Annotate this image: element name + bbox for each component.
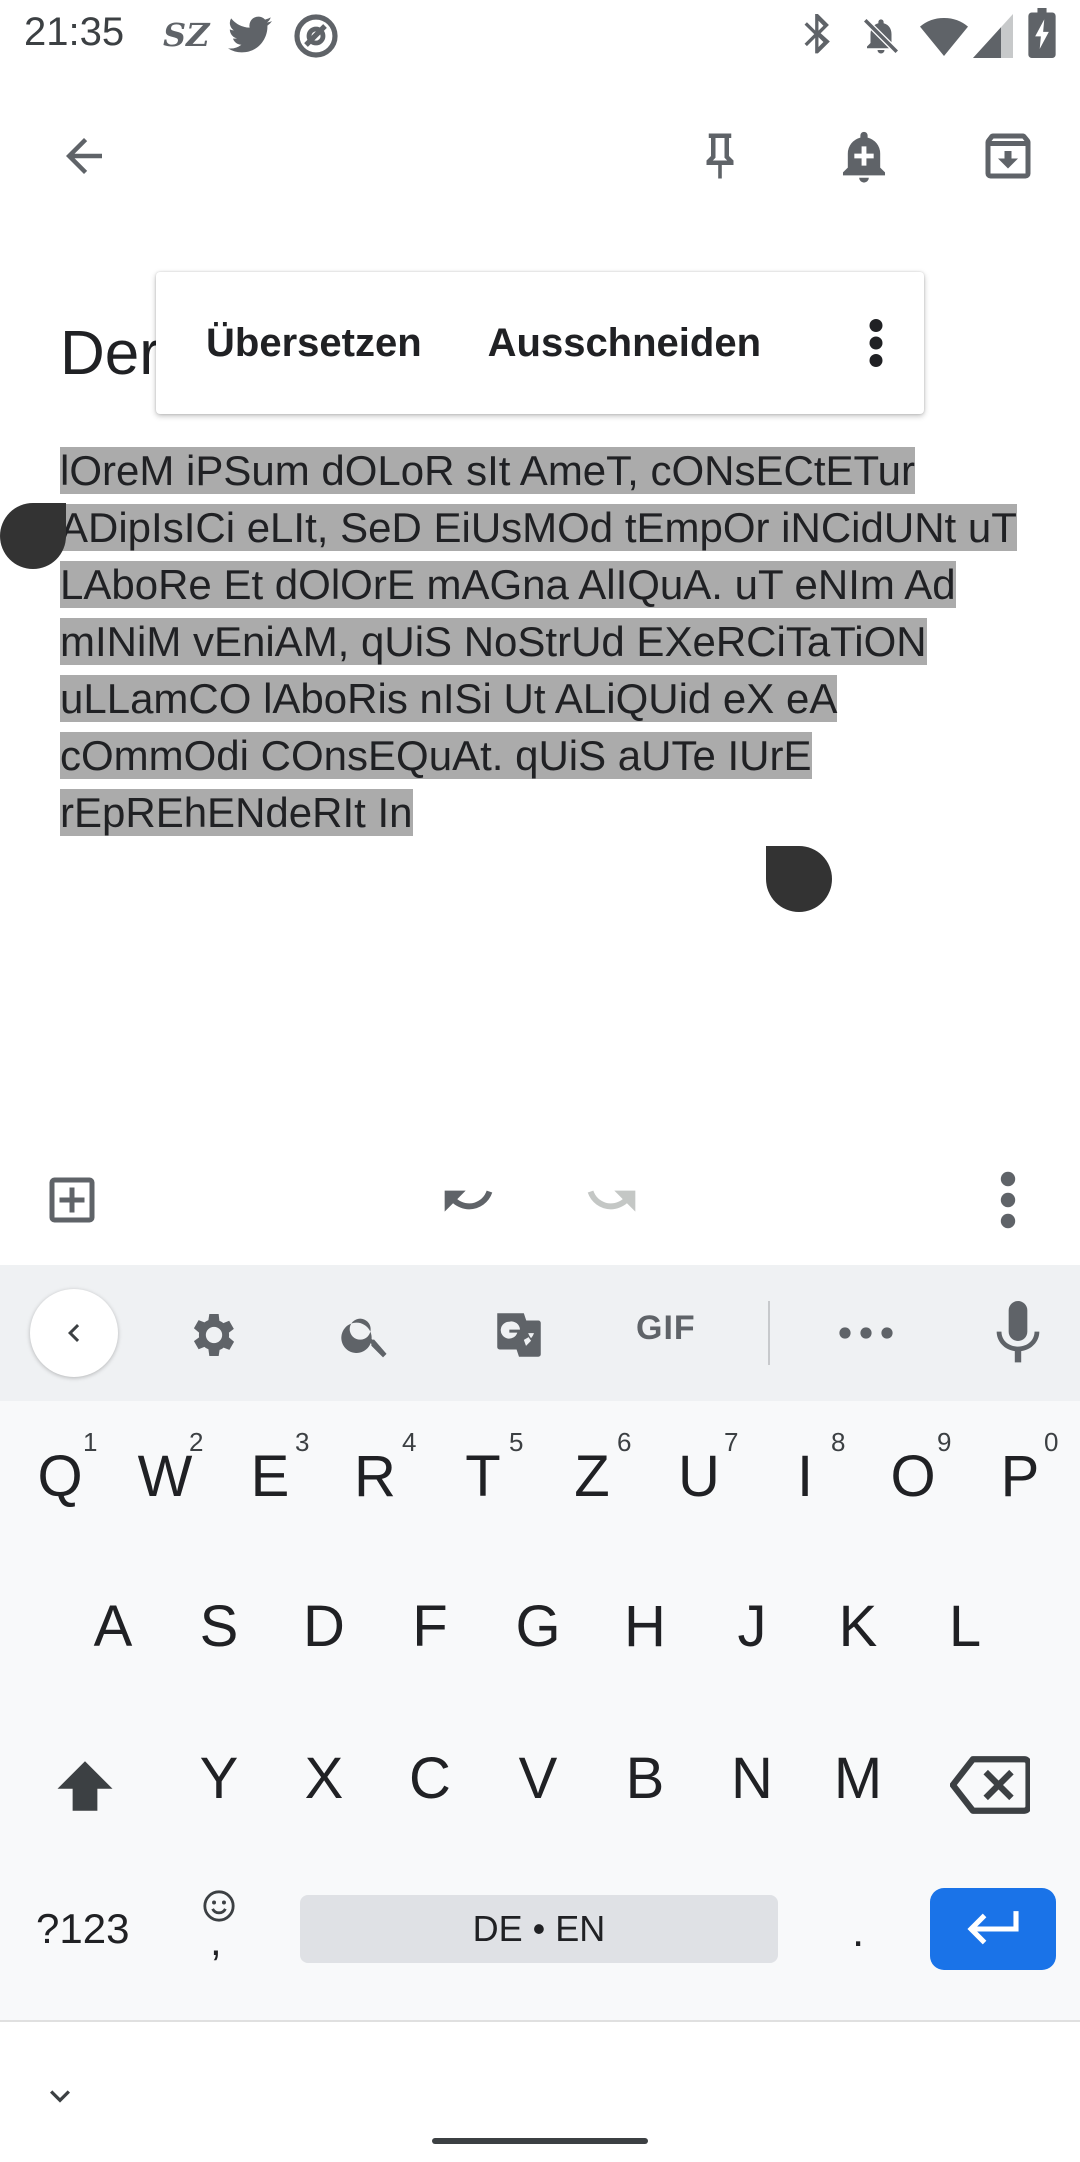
sz-app-icon: SZ [163,16,210,54]
chevron-left-icon [68,1324,80,1342]
navigation-bar [0,2020,1080,2162]
symbols-key[interactable]: ?123 [36,1905,129,1953]
hint-3: 3 [295,1427,310,1457]
key-n[interactable]: N [702,1745,802,1812]
pin-icon [706,133,734,179]
translate-icon[interactable] [490,1305,548,1365]
hint-1: 1 [83,1427,98,1457]
backspace-icon[interactable] [950,1755,1030,1815]
key-b[interactable]: B [595,1745,695,1812]
arrow-back-icon [66,138,102,174]
selection-start-handle[interactable] [0,503,66,569]
twitter-icon [228,16,272,53]
microphone-icon[interactable] [994,1301,1042,1365]
battery-charging-icon [1028,8,1056,58]
space-bar[interactable]: DE • EN [300,1895,778,1963]
note-body-text[interactable]: lOreM iPSum dOLoR sIt AmeT, cONsECtETur … [60,442,1020,841]
key-l[interactable]: L [915,1593,1015,1660]
cut-menu-item[interactable]: Ausschneiden [448,321,787,366]
comma-key[interactable]: , [210,1917,222,1965]
keyboard: GIF Q W E R T Z U I O P 1 2 3 4 5 6 7 8 … [0,1265,1080,2020]
translate-menu-item[interactable]: Übersetzen [156,321,448,366]
selected-text[interactable]: lOreM iPSum dOLoR sIt AmeT, cONsECtETur … [60,447,1017,836]
hint-5: 5 [509,1427,524,1457]
cellular-signal-icon [973,14,1013,58]
hint-0: 0 [1044,1427,1059,1457]
key-s[interactable]: S [169,1593,269,1660]
key-x[interactable]: X [274,1745,374,1812]
text-selection-menu: Übersetzen Ausschneiden [156,272,924,414]
keyboard-menu-button[interactable] [30,1289,118,1377]
back-button[interactable] [36,108,132,204]
search-icon[interactable] [338,1307,394,1363]
hint-9: 9 [937,1427,952,1457]
hint-7: 7 [724,1427,739,1457]
key-k[interactable]: K [808,1593,908,1660]
home-gesture-handle[interactable] [432,2138,648,2144]
key-j[interactable]: J [702,1593,802,1660]
key-v[interactable]: V [488,1745,588,1812]
undo-icon[interactable] [440,1172,496,1228]
selection-end-handle[interactable] [766,846,832,912]
key-y[interactable]: Y [169,1745,269,1812]
hide-keyboard-chevron-icon[interactable] [40,2076,80,2116]
more-options-icon[interactable] [998,1170,1018,1230]
period-key[interactable]: . [852,1907,864,1957]
status-bar: 21:35 SZ [0,0,1080,72]
at-sign-icon [294,14,338,58]
key-m[interactable]: M [808,1745,908,1812]
key-c[interactable]: C [380,1745,480,1812]
hint-8: 8 [831,1427,846,1457]
editor-toolbar [0,1150,1080,1270]
key-h[interactable]: H [595,1593,695,1660]
toolbar-divider [768,1301,770,1365]
note-title[interactable]: Der [60,318,160,389]
more-vert-icon[interactable] [868,318,884,368]
gif-button[interactable]: GIF [636,1309,696,1348]
status-time: 21:35 [24,10,125,54]
archive-icon [985,133,1031,179]
key-g[interactable]: G [488,1593,588,1660]
settings-gear-icon[interactable] [186,1307,242,1363]
shift-key-icon[interactable] [52,1753,118,1819]
hint-4: 4 [402,1427,417,1457]
keyboard-toolbar: GIF [0,1265,1080,1401]
pin-button[interactable] [672,108,768,204]
bluetooth-icon [804,14,830,54]
reminder-button[interactable] [816,108,912,204]
key-d[interactable]: D [274,1593,374,1660]
key-a[interactable]: A [63,1593,163,1660]
notifications-off-icon [863,18,899,54]
add-box-icon[interactable] [42,1170,102,1230]
hint-2: 2 [189,1427,204,1457]
archive-button[interactable] [960,108,1056,204]
enter-key[interactable] [930,1888,1056,1970]
redo-icon[interactable] [584,1172,640,1228]
more-horiz-icon[interactable] [838,1325,894,1341]
key-f[interactable]: F [380,1593,480,1660]
hint-6: 6 [617,1427,632,1457]
wifi-icon [920,17,968,56]
add-alert-icon [842,131,886,183]
keyboard-return-icon [967,1911,1019,1945]
